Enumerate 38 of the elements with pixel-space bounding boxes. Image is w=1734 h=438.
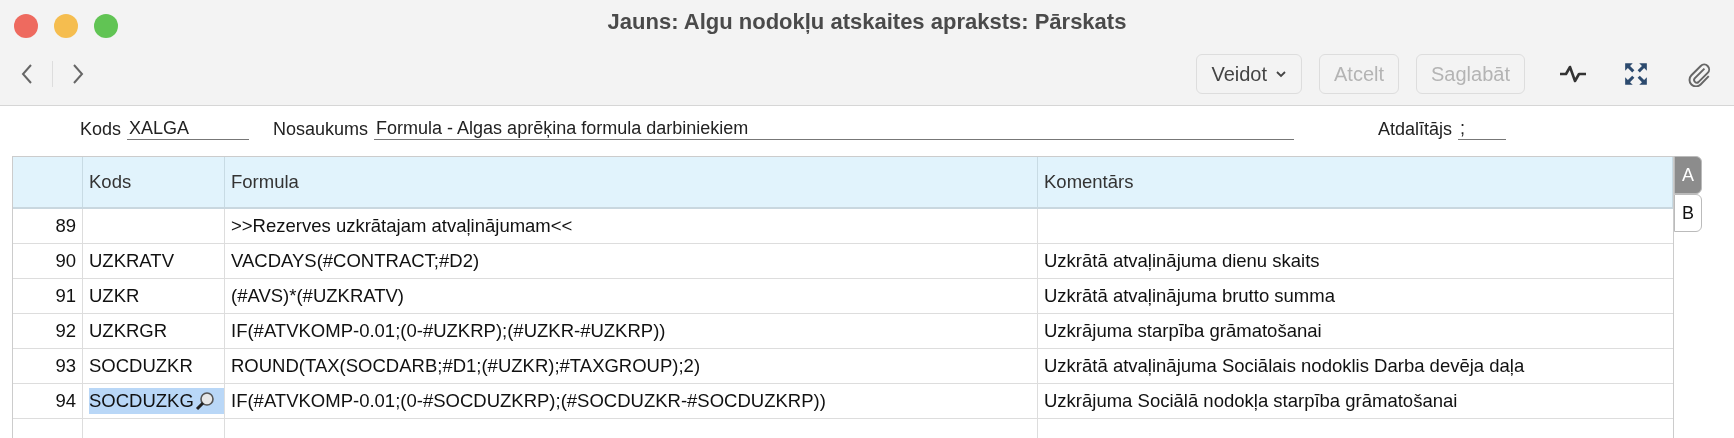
table-cell: >>Rezerves uzkrātajam atvaļinājumam<< bbox=[231, 215, 573, 237]
row-number: 91 bbox=[55, 285, 76, 307]
close-button[interactable] bbox=[14, 14, 38, 38]
table-cell: VACDAYS(#CONTRACT;#D2) bbox=[231, 250, 480, 272]
field-label: Kods bbox=[80, 119, 122, 140]
table-cell: Uzkrātā atvaļinājuma brutto summa bbox=[1044, 285, 1335, 307]
table-cell: IF(#ATVKOMP-0.01;(0-#SOCDUZKRP);(#SOCDUZKR-#SOCDUZKRP)) bbox=[231, 390, 826, 412]
row-number: 89 bbox=[55, 215, 76, 237]
code-cell[interactable]: UZKRATV bbox=[83, 244, 225, 278]
code-cell[interactable]: SOCDUZKR bbox=[83, 349, 225, 383]
table-cell: (#AVS)*(#UZKRATV) bbox=[231, 285, 405, 307]
toolbar-button[interactable]: Veidot bbox=[1196, 54, 1302, 94]
row-number: 92 bbox=[55, 320, 76, 342]
window-title: Jauns: Algu nodokļu atskaites apraksts: Pārskats bbox=[607, 9, 1127, 35]
table-cell: Uzkrātā atvaļinājuma dienu skaits bbox=[1044, 250, 1320, 272]
column-header[interactable]: Komentārs bbox=[1038, 157, 1673, 207]
magnifier-icon bbox=[194, 391, 215, 411]
column-header[interactable]: Formula bbox=[225, 157, 1038, 207]
side-tab[interactable]: B bbox=[1674, 194, 1702, 232]
table-cell: IF(#ATVKOMP-0.01;(0-#UZKRP);(#UZKR-#UZKRP)) bbox=[231, 320, 666, 342]
forward-icon[interactable] bbox=[71, 63, 85, 85]
table-cell: Uzkrājuma Sociālā nodokļa starpība grāmatošanai bbox=[1044, 390, 1458, 412]
text-field[interactable]: ; bbox=[1458, 118, 1506, 140]
chevron-icon bbox=[1275, 70, 1287, 78]
row-number: 93 bbox=[55, 355, 76, 377]
field-label: Nosaukums bbox=[273, 119, 369, 140]
row-number: 94 bbox=[55, 390, 76, 412]
back-icon[interactable] bbox=[20, 63, 34, 85]
text-field[interactable]: XALGA bbox=[127, 118, 250, 140]
code-cell[interactable]: UZKRGR bbox=[83, 314, 225, 348]
code-cell[interactable]: UZKR bbox=[83, 279, 225, 313]
row-number: 90 bbox=[55, 250, 76, 272]
table-cell: ROUND(TAX(SOCDARB;#D1;(#UZKR);#TAXGROUP);2) bbox=[231, 355, 701, 377]
column-header[interactable]: Kods bbox=[83, 157, 225, 207]
text-field[interactable]: Formula - Algas aprēķina formula darbiniekiem bbox=[374, 118, 1295, 140]
table-cell: Uzkrājuma starpība grāmatošanai bbox=[1044, 320, 1322, 342]
table-cell: Uzkrātā atvaļinājuma Sociālais nodoklis Darba devēja daļa bbox=[1044, 355, 1525, 377]
field-label: Atdalītājs bbox=[1377, 119, 1452, 140]
